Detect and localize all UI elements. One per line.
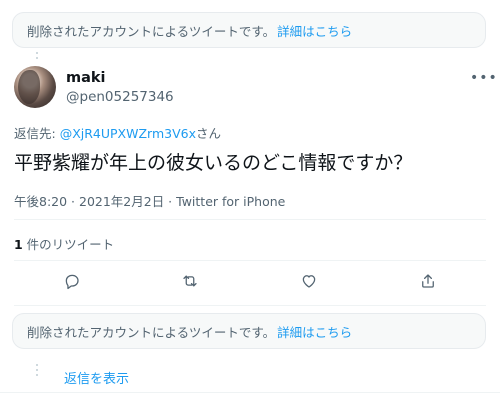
retweet-count-link[interactable]: 1 件のリツイート <box>14 234 114 253</box>
notice-text: 削除されたアカウントによるツイートです。 <box>27 23 276 39</box>
show-replies-link[interactable]: 返信を表示 <box>64 368 129 387</box>
retweet-icon <box>181 272 199 294</box>
reply-button[interactable] <box>59 270 85 296</box>
notice-text: 削除されたアカウントによるツイートです。 <box>27 324 276 340</box>
thread-connector <box>36 52 38 62</box>
learn-more-link[interactable]: 詳細はこちら <box>277 322 352 341</box>
learn-more-link[interactable]: 詳細はこちら <box>277 21 352 40</box>
avatar[interactable] <box>14 66 56 108</box>
share-button[interactable] <box>415 270 441 296</box>
tweet-timestamp[interactable]: 午後8:20 · 2021年2月2日 · Twitter for iPhone <box>14 191 285 210</box>
reply-suffix: さん <box>196 126 222 141</box>
like-button[interactable] <box>296 270 322 296</box>
reply-prefix: 返信先: <box>14 126 60 141</box>
divider <box>14 305 486 306</box>
tweet-actions <box>14 270 486 296</box>
retweet-count: 1 <box>14 237 23 252</box>
heart-icon <box>300 272 318 294</box>
author-handle[interactable]: @pen05257346 <box>66 89 174 105</box>
share-icon <box>419 272 437 294</box>
retweet-label: 件のリツイート <box>22 237 115 252</box>
divider <box>14 219 486 220</box>
deleted-tweet-notice-top: 削除されたアカウントによるツイートです。 詳細はこちら <box>12 12 486 48</box>
thread-connector <box>36 364 38 379</box>
deleted-tweet-notice-bottom: 削除されたアカウントによるツイートです。 詳細はこちら <box>12 313 486 349</box>
reply-icon <box>63 272 81 294</box>
author-name[interactable]: maki <box>66 70 106 86</box>
reply-to-user-link[interactable]: @XjR4UPXWZrm3V6x <box>60 126 196 141</box>
reply-to-line: 返信先: @XjR4UPXWZrm3V6xさん <box>14 123 221 142</box>
retweet-button[interactable] <box>177 270 203 296</box>
divider <box>14 260 486 261</box>
more-options-icon[interactable]: ••• <box>470 70 498 86</box>
tweet-text: 平野紫耀が年上の彼女いるのどこ情報ですか？ <box>14 152 413 174</box>
divider <box>0 392 500 393</box>
